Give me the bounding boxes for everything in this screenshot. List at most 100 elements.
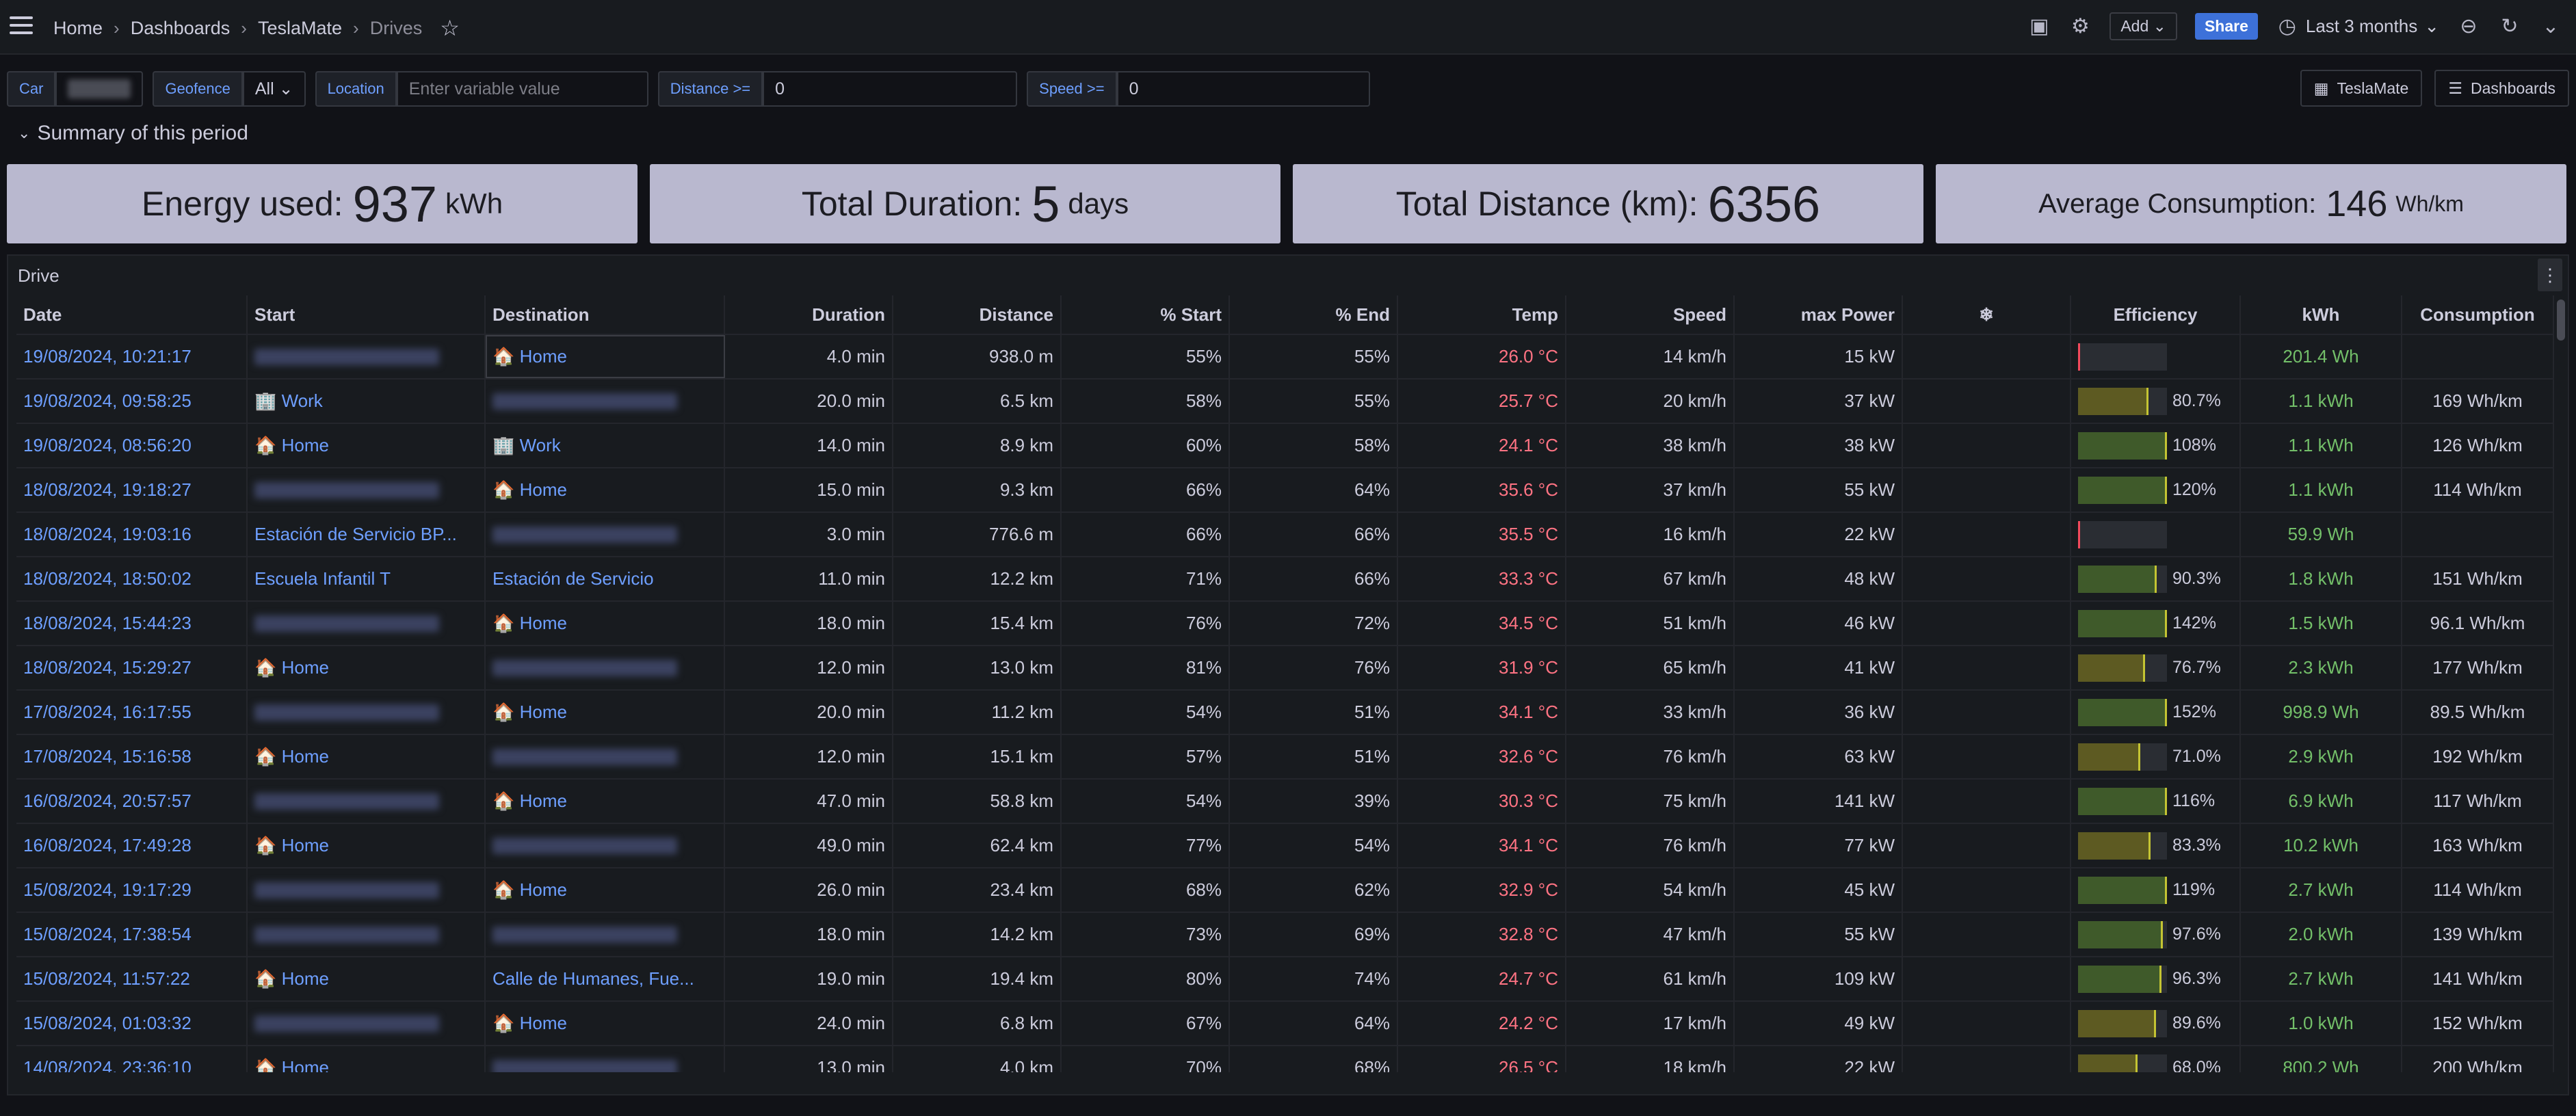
table-row[interactable]: 15/08/2024, 11:57:22 🏠 Home Calle de Human… bbox=[16, 957, 2554, 1002]
share-button[interactable]: Share bbox=[2194, 13, 2258, 40]
drive-date-link[interactable]: 17/08/2024, 15:16:58 bbox=[16, 735, 248, 778]
start-location-link[interactable] bbox=[248, 335, 486, 378]
column-header[interactable]: Destination bbox=[486, 295, 725, 334]
destination-location-link[interactable]: 🏠 Home bbox=[486, 780, 725, 823]
panel-menu-icon[interactable]: ⋮ bbox=[2538, 258, 2562, 291]
drive-date-link[interactable]: 15/08/2024, 17:38:54 bbox=[16, 913, 248, 956]
drive-date-link[interactable]: 16/08/2024, 17:49:28 bbox=[16, 824, 248, 867]
start-location-link[interactable] bbox=[248, 468, 486, 512]
start-location-link[interactable] bbox=[248, 780, 486, 823]
column-header[interactable]: % Start bbox=[1062, 295, 1230, 334]
column-header[interactable]: kWh bbox=[2241, 295, 2402, 334]
column-header[interactable]: ❄ bbox=[1903, 295, 2071, 334]
breadcrumb-home[interactable]: Home bbox=[53, 18, 103, 39]
table-row[interactable]: 16/08/2024, 17:49:28 🏠 Home 49.0 min 62.4 k… bbox=[16, 824, 2554, 868]
column-header[interactable]: % End bbox=[1230, 295, 1398, 334]
start-location-link[interactable]: 🏠 Home bbox=[248, 424, 486, 467]
table-row[interactable]: 18/08/2024, 18:50:02 Escuela Infantil T Es… bbox=[16, 557, 2554, 602]
destination-location-link[interactable]: 🏢 Work bbox=[486, 424, 725, 467]
destination-location-link[interactable] bbox=[486, 646, 725, 689]
star-icon[interactable]: ☆ bbox=[440, 15, 460, 41]
table-row[interactable]: 17/08/2024, 15:16:58 🏠 Home 12.0 min 15.1 k… bbox=[16, 735, 2554, 780]
start-location-link[interactable] bbox=[248, 868, 486, 912]
start-location-link[interactable] bbox=[248, 691, 486, 734]
gear-icon[interactable]: ⚙ bbox=[2068, 15, 2092, 38]
drive-date-link[interactable]: 16/08/2024, 20:57:57 bbox=[16, 780, 248, 823]
start-location-link[interactable]: 🏠 Home bbox=[248, 1046, 486, 1072]
start-location-link[interactable]: 🏠 Home bbox=[248, 735, 486, 778]
save-icon[interactable]: ▣ bbox=[2027, 15, 2051, 38]
speed-variable-input[interactable]: 0 bbox=[1116, 71, 1370, 107]
teslamate-link-button[interactable]: ▦ TeslaMate bbox=[2300, 70, 2423, 107]
menu-icon[interactable] bbox=[10, 16, 33, 37]
destination-location-link[interactable]: Estación de Servicio bbox=[486, 557, 725, 600]
column-header[interactable]: Start bbox=[248, 295, 486, 334]
table-row[interactable]: 18/08/2024, 15:29:27 🏠 Home 12.0 min 13.0 k… bbox=[16, 646, 2554, 691]
drive-date-link[interactable]: 15/08/2024, 19:17:29 bbox=[16, 868, 248, 912]
start-location-link[interactable] bbox=[248, 602, 486, 645]
table-row[interactable]: 15/08/2024, 01:03:32 🏠 Home 24.0 min 6.8 km… bbox=[16, 1002, 2554, 1046]
start-location-link[interactable] bbox=[248, 913, 486, 956]
destination-location-link[interactable] bbox=[486, 1046, 725, 1072]
column-header[interactable]: Consumption bbox=[2402, 295, 2554, 334]
table-row[interactable]: 14/08/2024, 23:36:10 🏠 Home 13.0 min 4.0 km… bbox=[16, 1046, 2554, 1072]
destination-location-link[interactable]: 🏠 Home bbox=[486, 335, 725, 378]
table-row[interactable]: 19/08/2024, 09:58:25 🏢 Work 20.0 min 6.5 km… bbox=[16, 380, 2554, 424]
column-header[interactable]: Date bbox=[16, 295, 248, 334]
chevron-down-icon[interactable]: ⌄ bbox=[2539, 15, 2562, 38]
table-row[interactable]: 19/08/2024, 08:56:20 🏠 Home 🏢 Work 14.0 min… bbox=[16, 424, 2554, 468]
table-scrollbar[interactable] bbox=[2557, 300, 2565, 341]
table-row[interactable]: 17/08/2024, 16:17:55 🏠 Home 20.0 min 11.2 k… bbox=[16, 691, 2554, 735]
start-location-link[interactable]: 🏢 Work bbox=[248, 380, 486, 423]
destination-location-link[interactable] bbox=[486, 824, 725, 867]
drive-date-link[interactable]: 14/08/2024, 23:36:10 bbox=[16, 1046, 248, 1072]
drive-date-link[interactable]: 19/08/2024, 09:58:25 bbox=[16, 380, 248, 423]
zoom-out-icon[interactable]: ⊖ bbox=[2457, 15, 2480, 38]
start-location-link[interactable]: Escuela Infantil T bbox=[248, 557, 486, 600]
table-row[interactable]: 15/08/2024, 17:38:54 18.0 min 14.2 km 73% 69… bbox=[16, 913, 2554, 957]
refresh-icon[interactable]: ↻ bbox=[2498, 15, 2521, 38]
column-header[interactable]: max Power bbox=[1735, 295, 1903, 334]
destination-location-link[interactable]: 🏠 Home bbox=[486, 468, 725, 512]
destination-location-link[interactable]: 🏠 Home bbox=[486, 602, 725, 645]
destination-location-link[interactable]: 🏠 Home bbox=[486, 1002, 725, 1045]
drive-date-link[interactable]: 15/08/2024, 01:03:32 bbox=[16, 1002, 248, 1045]
drive-date-link[interactable]: 19/08/2024, 08:56:20 bbox=[16, 424, 248, 467]
destination-location-link[interactable]: Calle de Humanes, Fue... bbox=[486, 957, 725, 1000]
table-row[interactable]: 18/08/2024, 19:03:16 Estación de Servicio… bbox=[16, 513, 2554, 557]
table-row[interactable]: 19/08/2024, 10:21:17 🏠 Home 4.0 min 938.0 m… bbox=[16, 335, 2554, 380]
geofence-variable-select[interactable]: All ⌄ bbox=[242, 71, 306, 107]
table-row[interactable]: 15/08/2024, 19:17:29 🏠 Home 26.0 min 23.4 k… bbox=[16, 868, 2554, 913]
column-header[interactable]: Distance bbox=[893, 295, 1062, 334]
destination-location-link[interactable]: 🏠 Home bbox=[486, 868, 725, 912]
distance-variable-input[interactable]: 0 bbox=[763, 71, 1018, 107]
drive-date-link[interactable]: 18/08/2024, 18:50:02 bbox=[16, 557, 248, 600]
breadcrumb-dashboards[interactable]: Dashboards bbox=[131, 18, 231, 39]
add-button[interactable]: Add ⌄ bbox=[2110, 12, 2177, 40]
start-location-link[interactable]: 🏠 Home bbox=[248, 957, 486, 1000]
destination-location-link[interactable] bbox=[486, 380, 725, 423]
location-variable-input[interactable]: Enter variable value bbox=[396, 71, 648, 107]
start-location-link[interactable]: 🏠 Home bbox=[248, 646, 486, 689]
summary-row-toggle[interactable]: ⌄ Summary of this period bbox=[18, 122, 248, 145]
breadcrumb-teslamate[interactable]: TeslaMate bbox=[258, 18, 342, 39]
drive-date-link[interactable]: 17/08/2024, 16:17:55 bbox=[16, 691, 248, 734]
start-location-link[interactable] bbox=[248, 1002, 486, 1045]
start-location-link[interactable]: Estación de Servicio BP... bbox=[248, 513, 486, 556]
destination-location-link[interactable] bbox=[486, 913, 725, 956]
time-range-picker[interactable]: ◷ Last 3 months ⌄ bbox=[2276, 15, 2439, 38]
drive-date-link[interactable]: 18/08/2024, 19:03:16 bbox=[16, 513, 248, 556]
drive-date-link[interactable]: 18/08/2024, 15:44:23 bbox=[16, 602, 248, 645]
destination-location-link[interactable] bbox=[486, 513, 725, 556]
table-row[interactable]: 16/08/2024, 20:57:57 🏠 Home 47.0 min 58.8 k… bbox=[16, 780, 2554, 824]
destination-location-link[interactable] bbox=[486, 735, 725, 778]
dashboards-link-button[interactable]: ☰ Dashboards bbox=[2434, 70, 2569, 107]
drive-date-link[interactable]: 15/08/2024, 11:57:22 bbox=[16, 957, 248, 1000]
column-header[interactable]: Duration bbox=[725, 295, 893, 334]
destination-location-link[interactable]: 🏠 Home bbox=[486, 691, 725, 734]
column-header[interactable]: Efficiency bbox=[2071, 295, 2241, 334]
drive-date-link[interactable]: 19/08/2024, 10:21:17 bbox=[16, 335, 248, 378]
column-header[interactable]: Speed bbox=[1566, 295, 1735, 334]
column-header[interactable]: Temp bbox=[1398, 295, 1566, 334]
table-row[interactable]: 18/08/2024, 15:44:23 🏠 Home 18.0 min 15.4 k… bbox=[16, 602, 2554, 646]
